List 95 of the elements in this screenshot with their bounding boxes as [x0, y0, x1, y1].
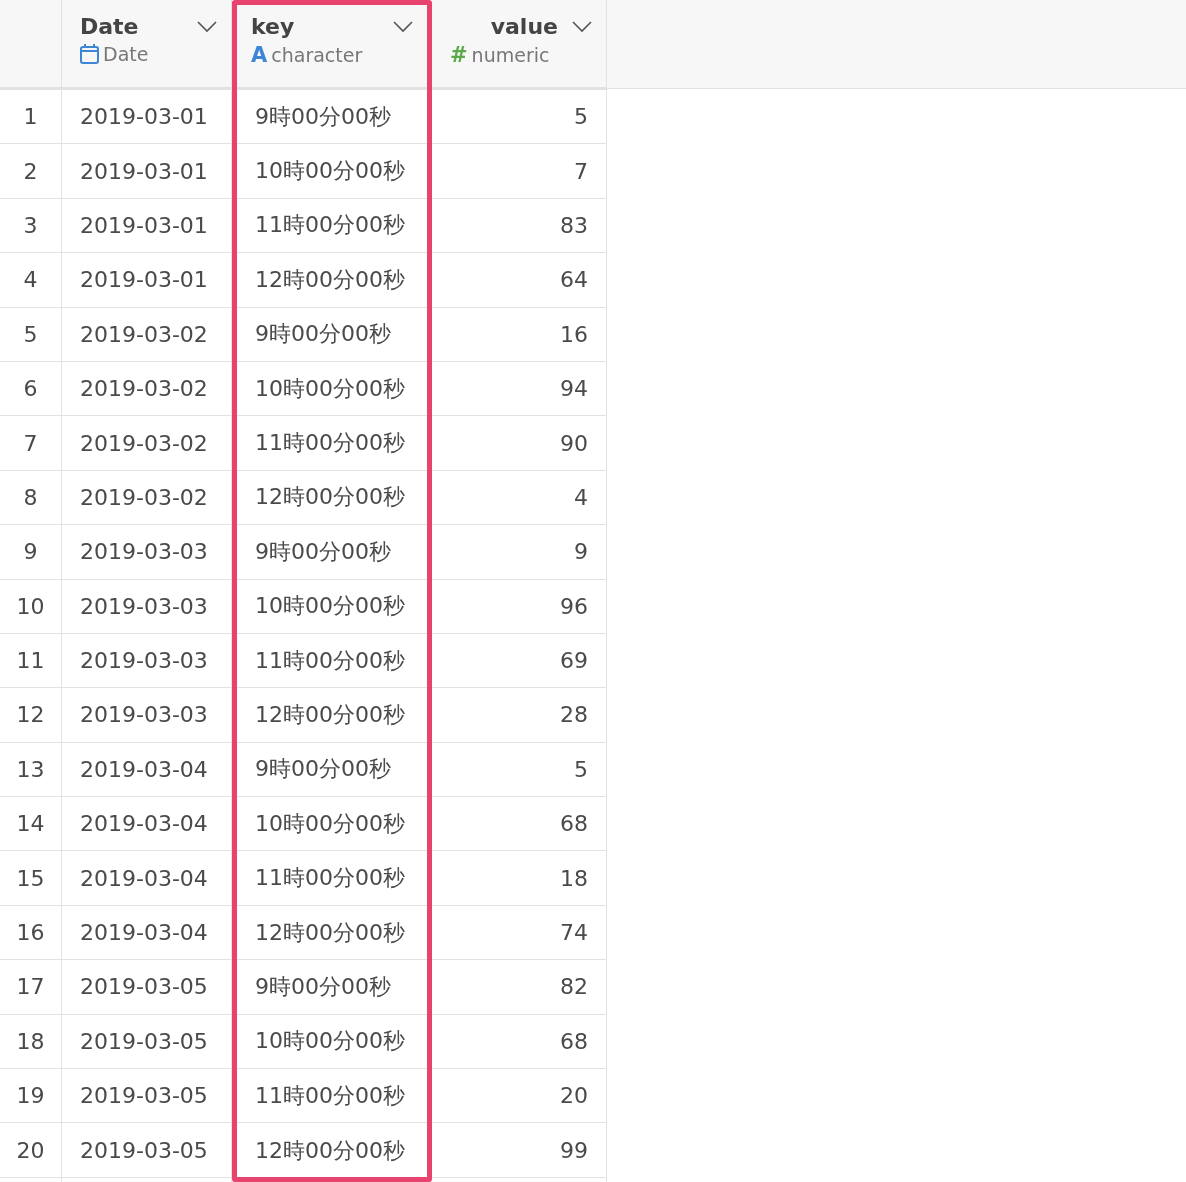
table-cell: 69	[432, 633, 606, 689]
table-cell: 11時00分00秒	[237, 851, 427, 906]
table-cell: 2019-03-05	[62, 1123, 231, 1178]
table-cell: 2019-03-01	[62, 253, 231, 308]
table-cell: 2019-03-02	[62, 307, 231, 362]
row-number: 17	[0, 960, 61, 1015]
table-cell: 74	[432, 905, 606, 961]
row-number: 3	[0, 198, 61, 254]
chevron-down-icon[interactable]	[572, 20, 592, 33]
chevron-down-icon[interactable]	[393, 20, 413, 33]
table-cell: 2019-03-03	[62, 633, 231, 689]
table-cell: 99	[432, 1123, 606, 1178]
table-cell: 90	[432, 416, 606, 471]
column-title: Date	[80, 14, 139, 39]
row-number: 1	[0, 90, 61, 145]
table-cell: 2019-03-02	[62, 416, 231, 471]
row-number: 14	[0, 797, 61, 852]
table-cell: 94	[432, 361, 606, 417]
row-number: 9	[0, 525, 61, 580]
table-cell: 10時00分00秒	[237, 579, 427, 634]
table-cell: 10時00分00秒	[237, 1014, 427, 1070]
column-header[interactable]: value # numeric	[432, 0, 606, 90]
row-number: 2	[0, 144, 61, 199]
row-number: 12	[0, 688, 61, 743]
table-cell: 11時00分00秒	[237, 1069, 427, 1124]
table-cell: 11時00分00秒	[237, 633, 427, 689]
table-cell: 2019-03-04	[62, 742, 231, 798]
table-cell: 64	[432, 253, 606, 308]
table-cell: 2019-03-01	[62, 198, 231, 254]
row-number: 5	[0, 307, 61, 362]
calendar-icon	[80, 44, 99, 64]
table-cell: 2019-03-04	[62, 905, 231, 961]
table-cell: 2019-03-03	[62, 525, 231, 580]
column-type: character	[271, 44, 363, 66]
row-number: 7	[0, 416, 61, 471]
table-cell: 10時00分00秒	[237, 144, 427, 199]
table-cell: 2019-03-03	[62, 688, 231, 743]
row-number: 16	[0, 905, 61, 961]
row-number: 18	[0, 1014, 61, 1070]
table-cell: 2019-03-02	[62, 470, 231, 526]
table-cell: 82	[432, 960, 606, 1015]
row-number: 10	[0, 579, 61, 634]
column-title: key	[251, 14, 295, 39]
table-cell: 4	[432, 470, 606, 526]
table-cell: 9時00分00秒	[237, 525, 427, 580]
table-cell: 2019-03-02	[62, 361, 231, 417]
table-cell: 2019-03-05	[62, 1069, 231, 1124]
table-cell: 12時00分00秒	[237, 253, 427, 308]
table-cell: 16	[432, 307, 606, 362]
table-cell-text: 12時00分00秒	[254, 1136, 406, 1165]
row-number: 13	[0, 742, 61, 798]
table-cell: 9時00分00秒	[237, 90, 427, 145]
row-number: 20	[0, 1123, 61, 1178]
row-number: 4	[0, 253, 61, 308]
table-cell: 10時00分00秒	[237, 361, 427, 417]
row-number: 11	[0, 633, 61, 689]
table-cell: 83	[432, 198, 606, 254]
table-cell: 9時00分00秒	[237, 742, 427, 798]
hash-icon: #	[450, 43, 468, 67]
table-cell: 2019-03-05	[62, 1014, 231, 1070]
table-cell: 2019-03-01	[62, 144, 231, 199]
table-cell: 18	[432, 851, 606, 906]
column-header[interactable]: key A character	[237, 5, 427, 90]
table-cell: 9時00分00秒	[237, 307, 427, 362]
table-cell: 28	[432, 688, 606, 743]
table-cell: 2019-03-04	[62, 851, 231, 906]
table-cell: 5	[432, 742, 606, 798]
table-cell: 10時00分00秒	[237, 797, 427, 852]
table-cell: 9時00分00秒	[237, 960, 427, 1015]
column-header[interactable]: Date Date	[62, 0, 231, 90]
column-type: Date	[103, 43, 149, 65]
table-cell: 7	[432, 144, 606, 199]
table-cell: 11時00分00秒	[237, 198, 427, 254]
table-cell: 68	[432, 1014, 606, 1070]
column-type: numeric	[471, 44, 550, 66]
table-cell: 12時00分00秒	[237, 688, 427, 743]
table-cell: 2019-03-04	[62, 797, 231, 852]
row-number: 6	[0, 361, 61, 417]
table-cell: 20	[432, 1069, 606, 1124]
row-number: 15	[0, 851, 61, 906]
row-number: 8	[0, 470, 61, 526]
table-cell: 12時00分00秒	[237, 470, 427, 526]
table-cell: 96	[432, 579, 606, 634]
table-cell: 2019-03-05	[62, 960, 231, 1015]
table-cell: 9	[432, 525, 606, 580]
letter-icon: A	[251, 43, 268, 67]
column-title: value	[490, 14, 558, 39]
row-number: 19	[0, 1069, 61, 1124]
chevron-down-icon[interactable]	[197, 20, 217, 33]
table-cell: 11時00分00秒	[237, 416, 427, 471]
table-cell: 12時00分00秒	[237, 905, 427, 961]
table-cell: 68	[432, 797, 606, 852]
table-cell: 2019-03-01	[62, 90, 231, 145]
table-cell: 2019-03-03	[62, 579, 231, 634]
table-cell: 5	[432, 90, 606, 145]
